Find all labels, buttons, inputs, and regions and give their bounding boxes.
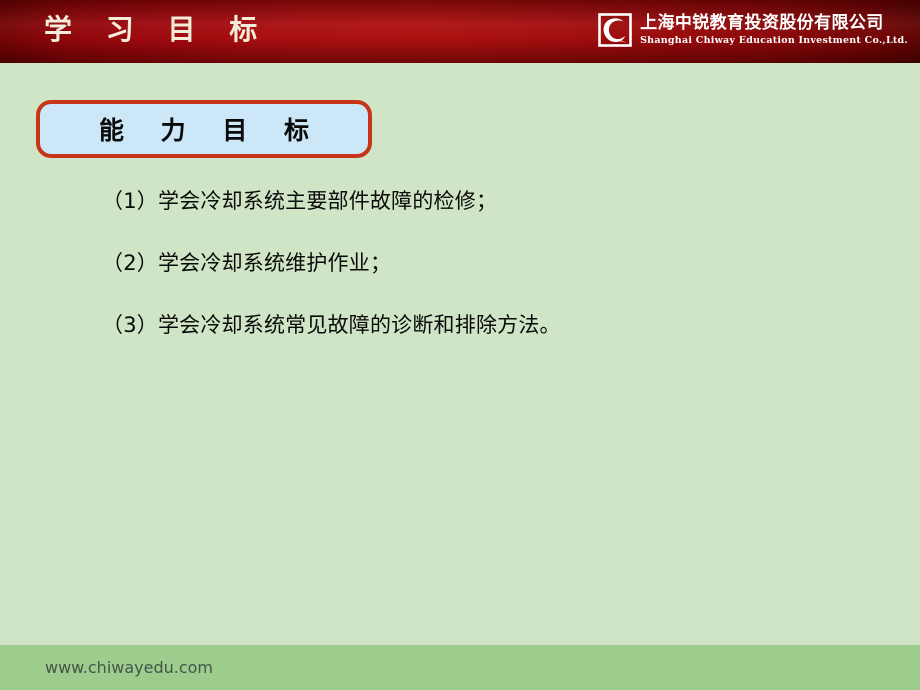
chiway-c-logo-icon — [598, 13, 632, 47]
company-name-cn: 上海中锐教育投资股份有限公司 — [640, 12, 884, 33]
page-title: 学 习 目 标 — [44, 13, 270, 46]
footer-website-url[interactable]: www.chiwayedu.com — [45, 645, 213, 690]
slide-footer: www.chiwayedu.com — [0, 645, 920, 690]
slide-header: 学 习 目 标 上海中锐教育投资股份有限公司 Shanghai Chiway E… — [0, 0, 920, 63]
list-item: （2）学会冷却系统维护作业； — [102, 251, 392, 275]
ability-objective-label: 能 力 目 标 — [98, 116, 324, 145]
objective-list: （1）学会冷却系统主要部件故障的检修； （2）学会冷却系统维护作业； （3）学会… — [102, 186, 862, 372]
slide: 学 习 目 标 上海中锐教育投资股份有限公司 Shanghai Chiway E… — [0, 0, 920, 690]
company-logo-text: 上海中锐教育投资股份有限公司 Shanghai Chiway Education… — [640, 12, 908, 46]
list-item: （3）学会冷却系统常见故障的诊断和排除方法。 — [102, 313, 561, 337]
company-logo: 上海中锐教育投资股份有限公司 Shanghai Chiway Education… — [597, 8, 908, 52]
list-item: （1）学会冷却系统主要部件故障的检修； — [102, 189, 498, 213]
company-name-en: Shanghai Chiway Education Investment Co.… — [640, 34, 908, 46]
ability-objective-callout: 能 力 目 标 — [36, 100, 372, 158]
